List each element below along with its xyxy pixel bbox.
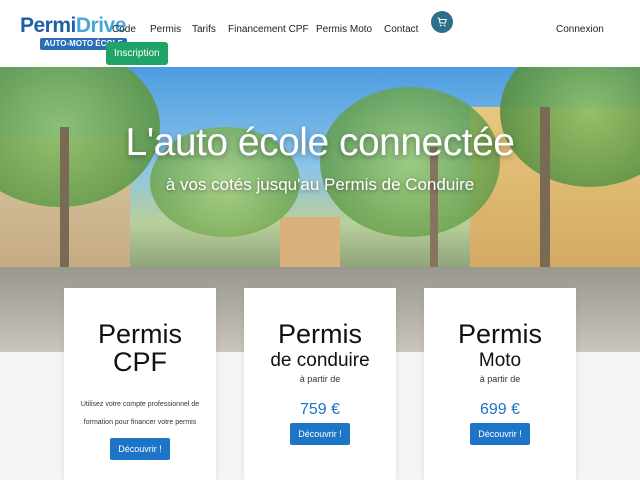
cart-icon bbox=[437, 17, 447, 27]
logo-name-part1: Permi bbox=[20, 14, 76, 37]
nav-item-permis[interactable]: Permis bbox=[150, 22, 181, 38]
signup-button[interactable]: Inscription bbox=[106, 42, 168, 65]
card-description: Utilisez votre compte professionnel de f… bbox=[80, 401, 200, 426]
login-link[interactable]: Connexion bbox=[556, 22, 604, 38]
card-permis-cpf: Permis CPF Utilisez votre compte profess… bbox=[64, 288, 216, 480]
card-permis-de-conduire: Permis de conduire à partir de 759 € Déc… bbox=[244, 288, 396, 480]
nav-item-financement-cpf[interactable]: Financement CPF bbox=[228, 22, 309, 38]
price-prefix: à partir de bbox=[299, 374, 341, 384]
card-permis-moto: Permis Moto à partir de 699 € Découvrir … bbox=[424, 288, 576, 480]
cart-button[interactable] bbox=[431, 11, 453, 33]
card-title-line2: CPF bbox=[113, 347, 167, 377]
nav-item-contact[interactable]: Contact bbox=[384, 22, 418, 38]
card-title: Permis bbox=[97, 319, 182, 349]
price: 699 € bbox=[479, 401, 521, 418]
discover-button[interactable]: Découvrir ! bbox=[290, 423, 350, 445]
site-header: PermiDrive AUTO-MOTO ÉCOLE Code Permis T… bbox=[0, 0, 640, 67]
nav-item-code[interactable]: Code bbox=[112, 22, 136, 38]
card-title: Permis bbox=[457, 319, 542, 349]
price: 759 € bbox=[299, 401, 341, 418]
price-prefix: à partir de bbox=[479, 374, 521, 384]
card-title-line2: de conduire bbox=[270, 350, 370, 371]
nav-item-tarifs[interactable]: Tarifs bbox=[192, 22, 216, 38]
hero-subtitle: à vos cotés jusqu'au Permis de Conduire bbox=[165, 175, 475, 194]
discover-button[interactable]: Découvrir ! bbox=[110, 438, 170, 460]
nav-item-permis-moto[interactable]: Permis Moto bbox=[316, 22, 372, 38]
hero-title: L'auto école connectée bbox=[125, 121, 515, 164]
discover-button[interactable]: Découvrir ! bbox=[470, 423, 530, 445]
card-title: Permis bbox=[277, 319, 362, 349]
card-title-line2: Moto bbox=[478, 350, 522, 371]
